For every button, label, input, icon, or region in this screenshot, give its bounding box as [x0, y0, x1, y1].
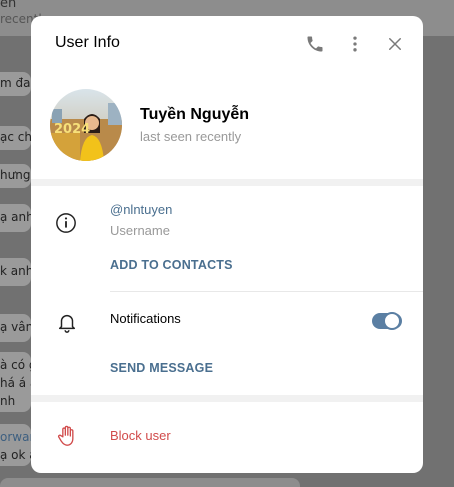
message-bubble: hưng [0, 164, 31, 188]
call-button[interactable] [303, 32, 327, 56]
phone-icon [307, 36, 323, 52]
hand-stop-icon [57, 425, 74, 446]
section-divider [31, 179, 423, 186]
message-bubble: ạ anh [0, 204, 31, 232]
avatar-photo: 2024 [50, 89, 122, 161]
dialog-title: User Info [55, 34, 120, 51]
message-fragment: ạc chú [0, 130, 31, 144]
more-vertical-icon [353, 36, 357, 52]
message-bubble: ạ vân, [0, 314, 31, 342]
message-bubble: à có g há á a nh [0, 352, 31, 412]
close-icon [389, 38, 401, 50]
message-fragment: há á a [0, 376, 31, 390]
message-input-background [0, 478, 300, 487]
info-icon [56, 213, 76, 233]
more-options-button[interactable] [343, 32, 367, 56]
info-section: @nlntuyen Username ADD TO CONTACTS [31, 186, 423, 293]
message-fragment: orwar [0, 430, 31, 444]
message-bubble: m đan [0, 72, 31, 96]
block-section[interactable]: Block user [31, 402, 423, 473]
profile-name: Tuyền Nguyễn [140, 106, 250, 123]
toggle-knob [383, 312, 401, 330]
avatar[interactable]: 2024 [50, 89, 122, 161]
block-user-button[interactable]: Block user [110, 428, 171, 443]
bell-icon [58, 314, 76, 333]
message-fragment: à có g [0, 358, 31, 372]
message-fragment: hưng [0, 168, 31, 182]
user-info-dialog: User Info 2024 Tuyền Nguyễn last seen re… [31, 16, 423, 473]
chat-title-fragment: ển [0, 0, 17, 11]
dialog-header: User Info [31, 16, 423, 72]
notifications-label: Notifications [110, 311, 181, 326]
message-bubble: ạc chú [0, 126, 31, 150]
message-fragment: ạ anh [0, 210, 31, 224]
profile-section: 2024 Tuyền Nguyễn last seen recently [31, 72, 423, 179]
close-button[interactable] [383, 32, 407, 56]
message-bubble: orwar ạ ok a [0, 424, 31, 466]
last-seen-status: last seen recently [140, 129, 242, 144]
notifications-toggle[interactable] [372, 312, 402, 330]
message-fragment: ạ ok a [0, 448, 31, 462]
section-divider [31, 395, 423, 402]
message-fragment: k anh [0, 264, 31, 278]
send-message-button[interactable]: SEND MESSAGE [110, 361, 213, 375]
divider [110, 291, 423, 292]
add-to-contacts-button[interactable]: ADD TO CONTACTS [110, 258, 233, 272]
message-fragment: m đan [0, 76, 31, 90]
avatar-text: 2024 [54, 122, 90, 137]
notifications-section: Notifications SEND MESSAGE [31, 293, 423, 395]
username-label: Username [110, 223, 170, 238]
message-bubble: k anh [0, 258, 31, 286]
message-fragment: ạ vân, [0, 320, 31, 334]
username-value[interactable]: @nlntuyen [110, 202, 172, 217]
message-fragment: nh [0, 394, 16, 408]
